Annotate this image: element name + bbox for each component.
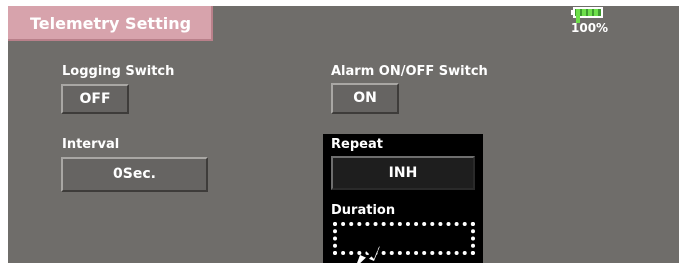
logging-switch-label: Logging Switch xyxy=(62,64,175,79)
battery-cell xyxy=(576,9,580,16)
duration-label: Duration xyxy=(331,203,396,218)
repeat-button[interactable]: INH xyxy=(331,156,475,190)
battery-cell xyxy=(594,9,598,16)
telemetry-screen: Telemetry Setting 100% Logging Switch OF… xyxy=(8,6,679,263)
repeat-label: Repeat xyxy=(331,137,383,152)
interval-button[interactable]: 0Sec. xyxy=(61,157,208,192)
pointer-arrow-icon xyxy=(357,244,380,263)
interval-label: Interval xyxy=(62,137,120,152)
battery-cell xyxy=(582,9,586,16)
page-title: Telemetry Setting xyxy=(8,6,213,41)
battery-cell xyxy=(588,9,592,16)
battery-percent: 100% xyxy=(571,21,609,35)
battery-icon xyxy=(573,7,603,23)
alarm-switch-button[interactable]: ON xyxy=(331,83,399,114)
logging-switch-button[interactable]: OFF xyxy=(61,84,129,114)
alarm-switch-label: Alarm ON/OFF Switch xyxy=(331,64,488,79)
